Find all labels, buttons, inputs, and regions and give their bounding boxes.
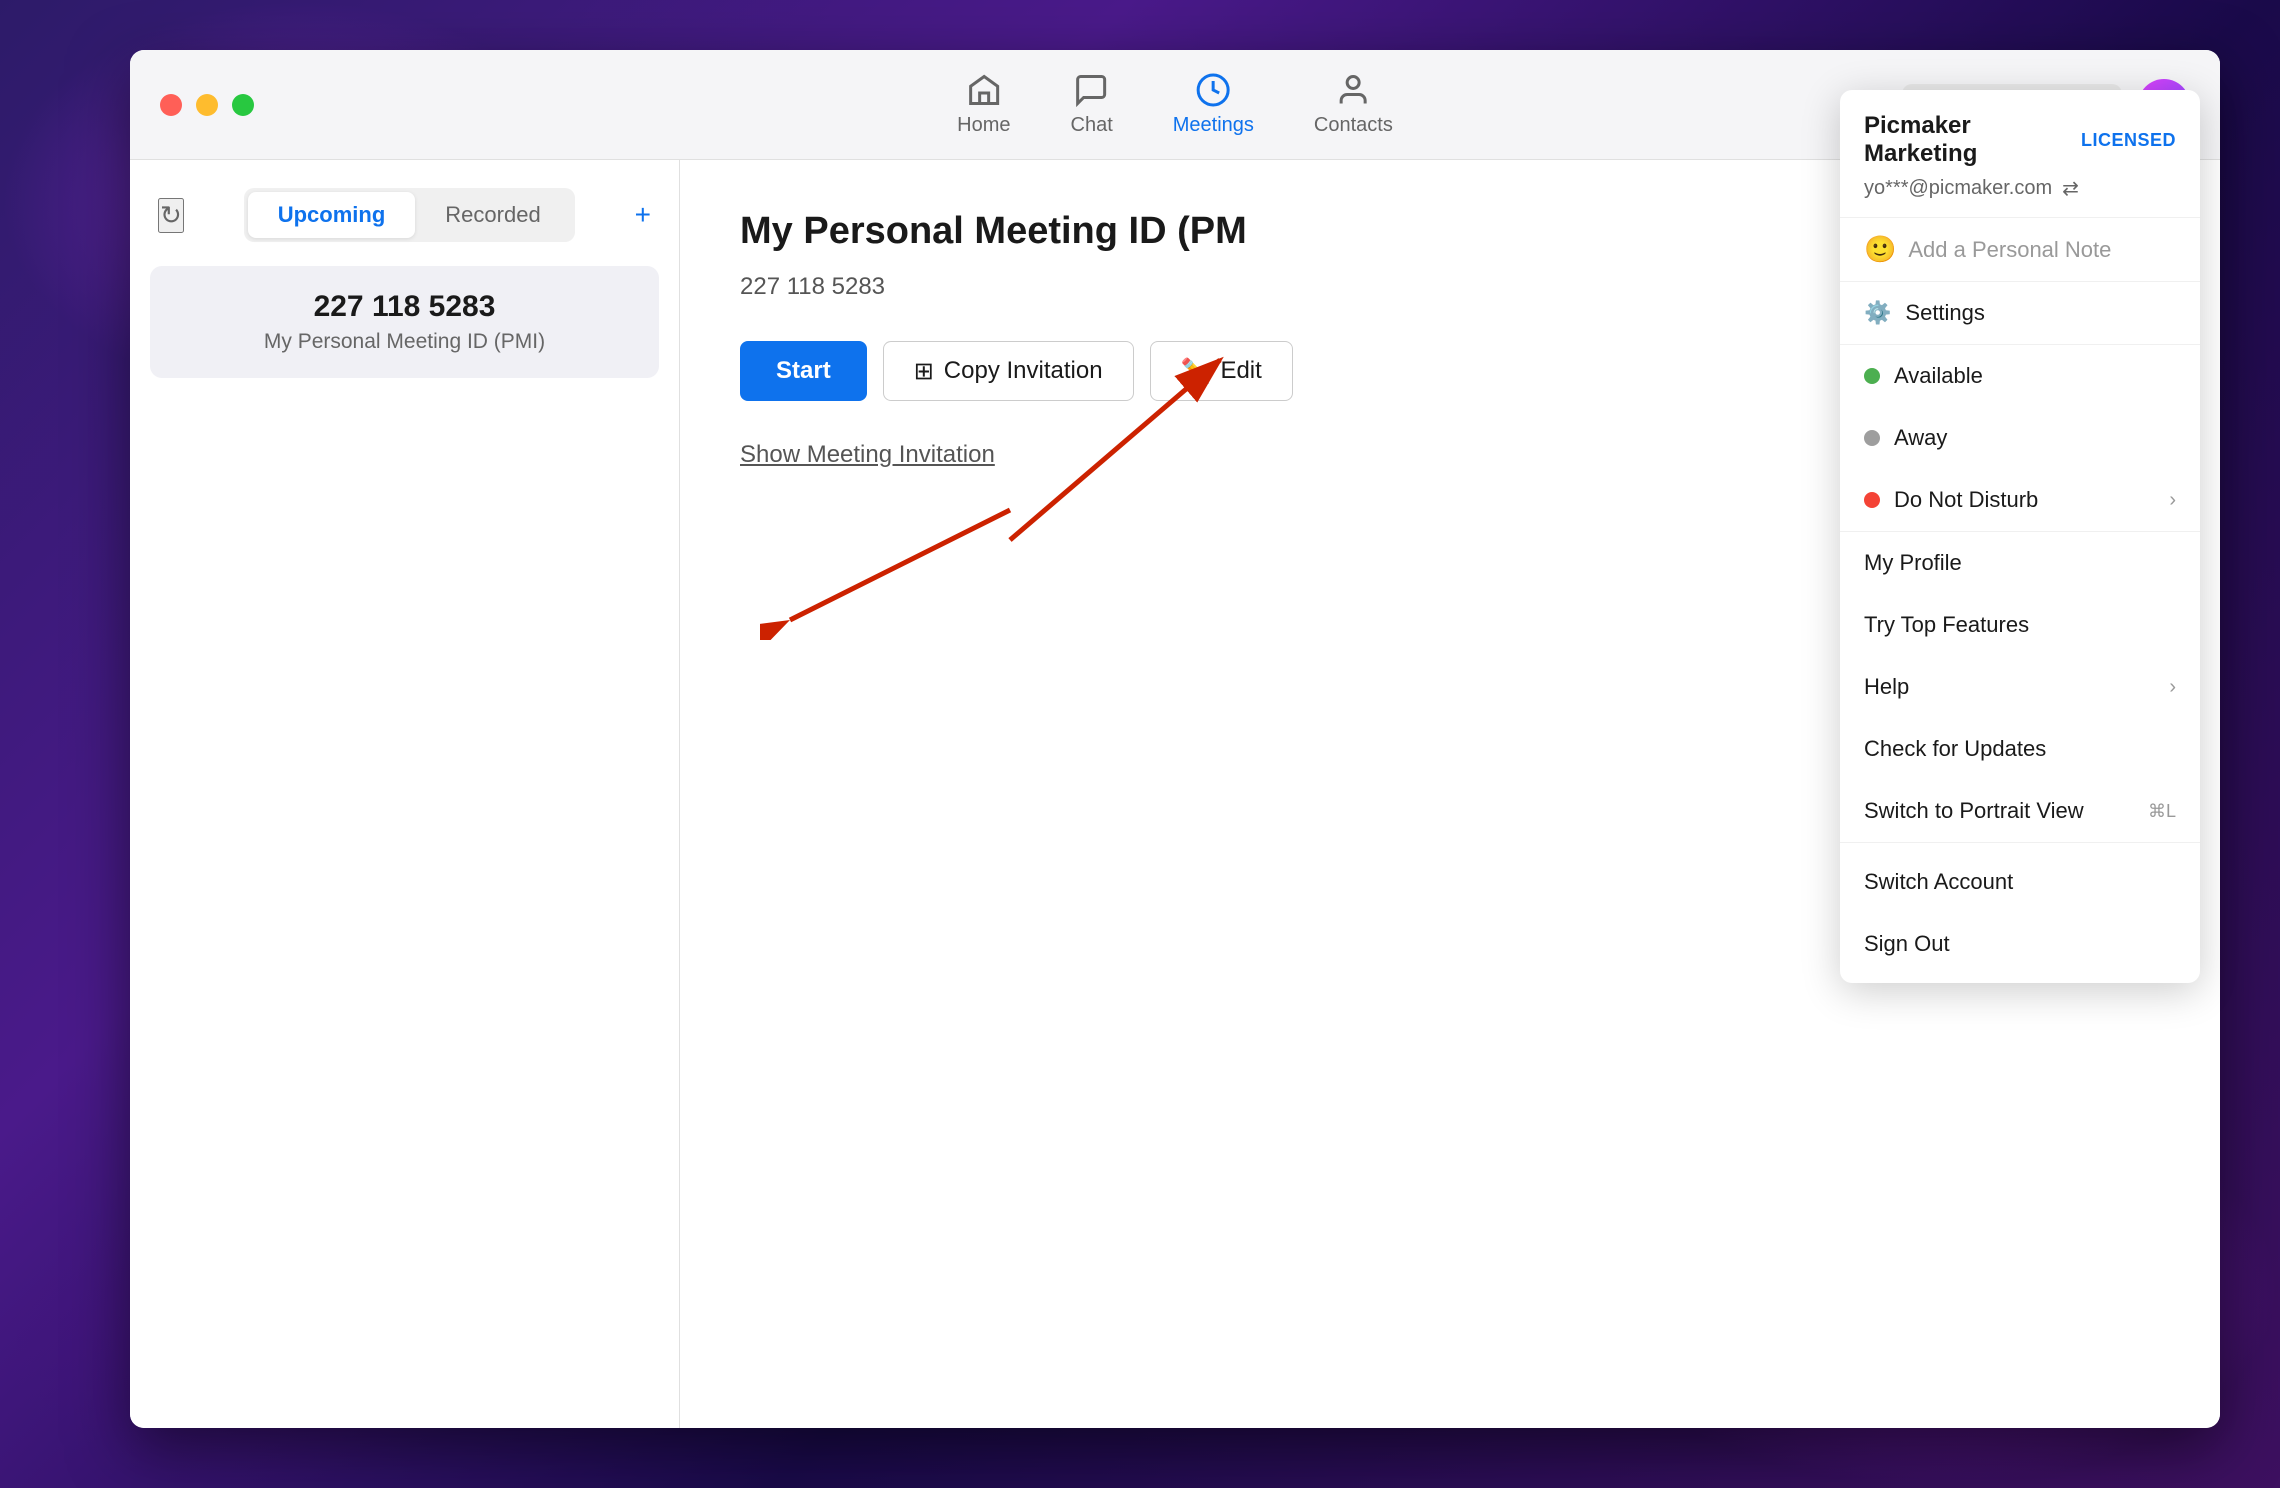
profile-dropdown: Picmaker Marketing LICENSED yo***@picmak…: [1840, 90, 2200, 983]
arrow-annotation-2: [760, 490, 1060, 640]
nav-item-chat[interactable]: Chat: [1071, 72, 1113, 137]
tab-recorded[interactable]: Recorded: [415, 192, 570, 238]
dropdown-section-account: Switch Account Sign Out: [1840, 843, 2200, 983]
dropdown-item-away[interactable]: Away: [1840, 407, 2200, 469]
dropdown-item-check-updates[interactable]: Check for Updates: [1840, 718, 2200, 780]
available-label: Available: [1894, 363, 1983, 389]
nav-label-home: Home: [957, 114, 1010, 137]
email-settings-icon[interactable]: ⇄: [2062, 176, 2079, 201]
close-button[interactable]: [160, 94, 182, 116]
minimize-button[interactable]: [196, 94, 218, 116]
check-updates-label: Check for Updates: [1864, 736, 2046, 762]
personal-note-placeholder: Add a Personal Note: [1908, 237, 2111, 263]
my-profile-label: My Profile: [1864, 550, 1962, 576]
refresh-button[interactable]: ↻: [158, 198, 184, 233]
sidebar: ↻ Upcoming Recorded + 227 118 5283 My Pe…: [130, 160, 680, 1428]
dropdown-section-settings: ⚙️ Settings: [1840, 282, 2200, 345]
nav-item-meetings[interactable]: Meetings: [1173, 72, 1254, 137]
nav-bar: Home Chat Meetings: [957, 72, 1393, 137]
dropdown-item-switch-account[interactable]: Switch Account: [1840, 851, 2200, 913]
dropdown-note-row[interactable]: 🙂 Add a Personal Note: [1840, 218, 2200, 282]
switch-account-label: Switch Account: [1864, 869, 2013, 895]
copy-invitation-button[interactable]: ⊞ Copy Invitation: [883, 341, 1134, 401]
dropdown-header: Picmaker Marketing LICENSED yo***@picmak…: [1840, 90, 2200, 218]
licensed-badge: LICENSED: [2081, 130, 2176, 151]
fullscreen-button[interactable]: [232, 94, 254, 116]
dropdown-section-main: My Profile Try Top Features Help › Check…: [1840, 532, 2200, 843]
chevron-right-help-icon: ›: [2169, 676, 2176, 699]
help-label: Help: [1864, 674, 1909, 700]
dropdown-username: Picmaker Marketing: [1864, 112, 2081, 168]
tab-upcoming[interactable]: Upcoming: [248, 192, 416, 238]
dropdown-item-help[interactable]: Help ›: [1840, 656, 2200, 718]
available-status-dot: [1864, 368, 1880, 384]
dropdown-item-left-settings: ⚙️ Settings: [1864, 300, 1985, 326]
dropdown-user-row: Picmaker Marketing LICENSED: [1864, 112, 2176, 168]
nav-label-contacts: Contacts: [1314, 114, 1393, 137]
away-status-dot: [1864, 430, 1880, 446]
nav-item-contacts[interactable]: Contacts: [1314, 72, 1393, 137]
away-label: Away: [1894, 425, 1947, 451]
dnd-status-dot: [1864, 492, 1880, 508]
edit-icon: ✏️: [1181, 357, 1211, 386]
show-invitation-link[interactable]: Show Meeting Invitation: [740, 441, 995, 468]
dropdown-item-available[interactable]: Available: [1840, 345, 2200, 407]
dropdown-section-status: Available Away Do Not Disturb ›: [1840, 345, 2200, 532]
dropdown-item-sign-out[interactable]: Sign Out: [1840, 913, 2200, 975]
dropdown-item-settings[interactable]: ⚙️ Settings: [1840, 282, 2200, 344]
try-features-label: Try Top Features: [1864, 612, 2029, 638]
dropdown-item-try-features[interactable]: Try Top Features: [1840, 594, 2200, 656]
meeting-id-number: 227 118 5283: [174, 290, 635, 324]
sidebar-header: ↻ Upcoming Recorded +: [130, 188, 679, 266]
start-button[interactable]: Start: [740, 341, 867, 401]
copy-icon: ⊞: [914, 357, 934, 386]
portrait-shortcut: ⌘L: [2148, 801, 2176, 822]
dropdown-item-dnd[interactable]: Do Not Disturb ›: [1840, 469, 2200, 531]
nav-label-chat: Chat: [1071, 114, 1113, 137]
dnd-label: Do Not Disturb: [1894, 487, 2038, 513]
traffic-lights: [160, 94, 254, 116]
settings-label: Settings: [1905, 300, 1985, 326]
dropdown-item-portrait-view[interactable]: Switch to Portrait View ⌘L: [1840, 780, 2200, 842]
dropdown-item-my-profile[interactable]: My Profile: [1840, 532, 2200, 594]
tab-group: Upcoming Recorded: [244, 188, 575, 242]
sign-out-label: Sign Out: [1864, 931, 1950, 957]
nav-label-meetings: Meetings: [1173, 114, 1254, 137]
meeting-id-label: My Personal Meeting ID (PMI): [174, 330, 635, 354]
edit-button[interactable]: ✏️ Edit: [1150, 341, 1293, 401]
smile-icon: 🙂: [1864, 234, 1896, 265]
add-meeting-button[interactable]: +: [635, 199, 651, 231]
portrait-view-label: Switch to Portrait View: [1864, 798, 2084, 824]
meeting-card[interactable]: 227 118 5283 My Personal Meeting ID (PMI…: [150, 266, 659, 378]
nav-item-home[interactable]: Home: [957, 72, 1010, 137]
gear-icon: ⚙️: [1864, 300, 1891, 326]
dropdown-email: yo***@picmaker.com: [1864, 177, 2052, 200]
chevron-right-icon: ›: [2169, 489, 2176, 512]
dropdown-email-row: yo***@picmaker.com ⇄: [1864, 176, 2176, 201]
